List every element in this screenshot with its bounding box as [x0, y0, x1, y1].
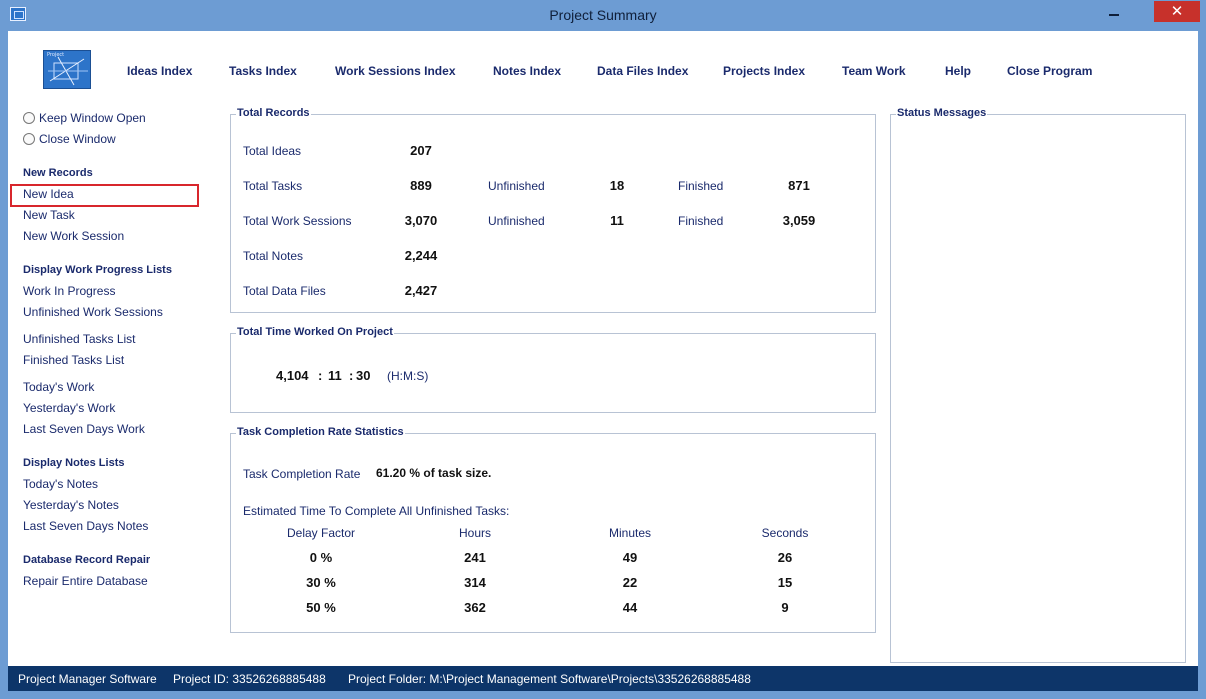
value-minutes-worked: 11	[328, 368, 342, 383]
cell-seconds: 15	[777, 575, 793, 590]
menu-team-work[interactable]: Team Work	[842, 64, 906, 78]
cell-delay-factor: 30 %	[306, 575, 336, 590]
value-total-data-files: 2,427	[404, 283, 438, 298]
value-sessions-unfinished: 11	[610, 213, 624, 228]
status-project-id: Project ID: 33526268885488	[173, 672, 326, 686]
heading-database-repair: Database Record Repair	[23, 554, 151, 566]
menu-notes-index[interactable]: Notes Index	[493, 64, 561, 78]
label-total-notes: Total Notes	[243, 249, 304, 263]
value-sessions-finished: 3,059	[782, 213, 816, 228]
value-tasks-unfinished: 18	[609, 178, 625, 193]
group-title-total-time: Total Time Worked On Project	[236, 326, 394, 338]
radio-circle-icon[interactable]	[23, 133, 35, 145]
label-estimated-time: Estimated Time To Complete All Unfinishe…	[243, 504, 510, 518]
link-work-in-progress[interactable]: Work In Progress	[23, 284, 115, 298]
label-tasks-finished: Finished	[678, 179, 724, 193]
link-finished-tasks-list[interactable]: Finished Tasks List	[23, 353, 124, 367]
radio-keep-label: Keep Window Open	[39, 111, 146, 125]
value-total-notes: 2,244	[404, 248, 438, 263]
group-total-records: Total Records Total Ideas 207 Total Task…	[230, 107, 876, 313]
group-title-status-messages: Status Messages	[896, 107, 988, 119]
link-last-seven-days-work[interactable]: Last Seven Days Work	[23, 422, 145, 436]
value-total-ideas: 207	[410, 143, 432, 158]
group-title-completion: Task Completion Rate Statistics	[236, 426, 405, 438]
menu-ideas-index[interactable]: Ideas Index	[127, 64, 192, 78]
group-title-total-records: Total Records	[236, 107, 311, 119]
label-sessions-unfinished: Unfinished	[488, 214, 545, 228]
group-task-completion-stats: Task Completion Rate Statistics Task Com…	[230, 426, 876, 633]
menu-close-program[interactable]: Close Program	[1007, 64, 1092, 78]
link-unfinished-tasks-list[interactable]: Unfinished Tasks List	[23, 332, 136, 346]
menu-help[interactable]: Help	[945, 64, 971, 78]
link-new-task[interactable]: New Task	[23, 208, 75, 222]
link-new-idea[interactable]: New Idea	[23, 187, 74, 201]
label-completion-rate: Task Completion Rate	[243, 467, 361, 481]
group-total-time-worked: Total Time Worked On Project 4,104 : 11 …	[230, 326, 876, 413]
logo-text: Project	[47, 52, 65, 58]
title-bar: Project Summary ✕	[0, 0, 1206, 31]
label-sessions-finished: Finished	[678, 214, 724, 228]
column-header-seconds: Seconds	[761, 526, 809, 540]
cell-hours: 362	[464, 600, 486, 615]
link-todays-notes[interactable]: Today's Notes	[23, 477, 98, 491]
radio-circle-icon[interactable]	[23, 112, 35, 124]
label-tasks-unfinished: Unfinished	[488, 179, 545, 193]
status-bar: Project Manager Software Project ID: 335…	[8, 666, 1198, 691]
cell-seconds: 9	[781, 600, 789, 615]
menu-work-sessions-index[interactable]: Work Sessions Index	[335, 64, 456, 78]
link-last-seven-days-notes[interactable]: Last Seven Days Notes	[23, 519, 148, 533]
value-hours-worked: 4,104	[276, 368, 309, 383]
menu-data-files-index[interactable]: Data Files Index	[597, 64, 688, 78]
cell-minutes: 44	[622, 600, 638, 615]
heading-new-records: New Records	[23, 167, 93, 179]
cell-seconds: 26	[777, 550, 793, 565]
status-project-folder: Project Folder: M:\Project Management So…	[348, 672, 751, 686]
value-seconds-worked: 30	[356, 368, 371, 383]
link-todays-work[interactable]: Today's Work	[23, 380, 94, 394]
column-header-hours: Hours	[458, 526, 491, 540]
client-area: Project Ideas Index Tasks Index Work Ses…	[8, 31, 1198, 691]
link-unfinished-work-sessions[interactable]: Unfinished Work Sessions	[23, 305, 163, 319]
label-total-data-files: Total Data Files	[243, 284, 326, 298]
menu-projects-index[interactable]: Projects Index	[723, 64, 805, 78]
label-total-tasks: Total Tasks	[243, 179, 303, 193]
link-new-work-session[interactable]: New Work Session	[23, 229, 124, 243]
label-time-units: (H:M:S)	[387, 369, 429, 383]
value-completion-rate: 61.20 % of task size.	[376, 466, 492, 480]
radio-close-window[interactable]: Close Window	[23, 132, 116, 146]
cell-hours: 241	[464, 550, 486, 565]
radio-close-label: Close Window	[39, 132, 116, 146]
cell-delay-factor: 50 %	[306, 600, 336, 615]
column-header-minutes: Minutes	[608, 526, 652, 540]
link-yesterdays-work[interactable]: Yesterday's Work	[23, 401, 115, 415]
link-repair-entire-database[interactable]: Repair Entire Database	[23, 574, 148, 588]
label-total-work-sessions: Total Work Sessions	[243, 214, 352, 228]
value-total-tasks: 889	[410, 178, 432, 193]
cell-minutes: 49	[622, 550, 638, 565]
cell-delay-factor: 0 %	[309, 550, 333, 565]
close-button[interactable]: ✕	[1154, 1, 1200, 22]
status-software-name: Project Manager Software	[18, 672, 157, 686]
time-separator: :	[318, 368, 323, 383]
link-yesterdays-notes[interactable]: Yesterday's Notes	[23, 498, 119, 512]
time-separator: :	[349, 368, 354, 383]
value-total-work-sessions: 3,070	[404, 213, 438, 228]
heading-notes-lists: Display Notes Lists	[23, 457, 125, 469]
value-tasks-finished: 871	[788, 178, 810, 193]
column-header-delay-factor: Delay Factor	[286, 526, 356, 540]
window-title: Project Summary	[549, 7, 657, 23]
cell-minutes: 22	[622, 575, 638, 590]
project-logo-icon: Project	[43, 50, 91, 89]
label-total-ideas: Total Ideas	[243, 144, 302, 158]
menu-tasks-index[interactable]: Tasks Index	[229, 64, 297, 78]
minimize-button[interactable]	[1101, 4, 1127, 24]
cell-hours: 314	[464, 575, 486, 590]
heading-work-progress: Display Work Progress Lists	[23, 264, 172, 276]
group-status-messages: Status Messages	[890, 107, 1186, 663]
radio-keep-window-open[interactable]: Keep Window Open	[23, 111, 146, 125]
